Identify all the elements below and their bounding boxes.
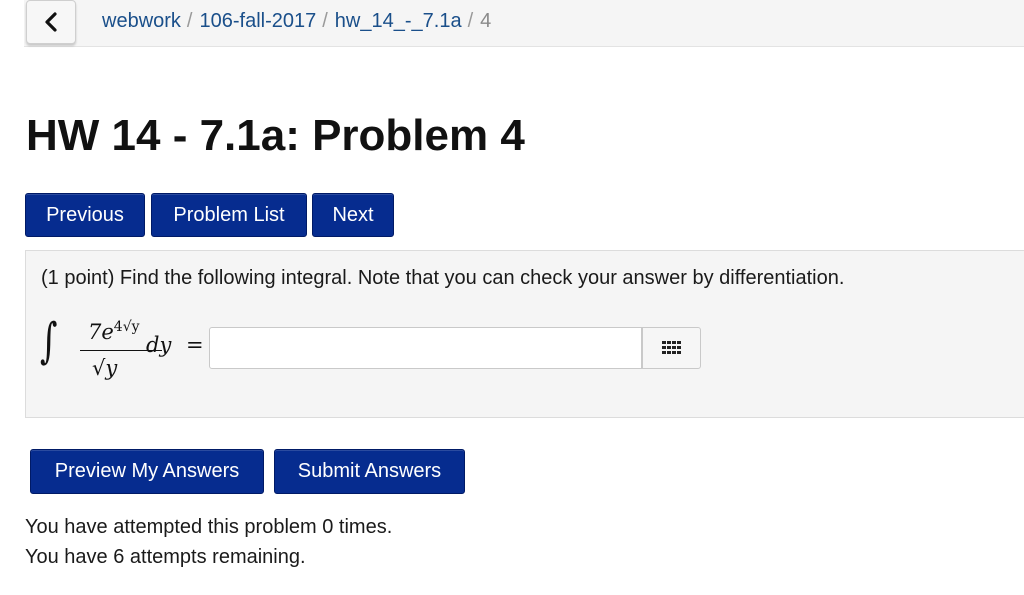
breadcrumb-link-course[interactable]: 106-fall-2017 bbox=[199, 10, 316, 32]
problem-panel: (1 point) Find the following integral. N… bbox=[25, 250, 1024, 418]
breadcrumb-link-set[interactable]: hw_14_-_7.1a bbox=[335, 10, 462, 32]
integrand-denominator: √y bbox=[92, 356, 118, 380]
previous-button[interactable]: Previous bbox=[25, 193, 145, 237]
preview-answers-button[interactable]: Preview My Answers bbox=[30, 449, 264, 494]
page-title: HW 14 - 7.1a: Problem 4 bbox=[26, 111, 525, 160]
numerator-coefficient: 7e bbox=[88, 320, 114, 344]
breadcrumb-separator: / bbox=[322, 10, 328, 32]
numerator-exponent: 4√y bbox=[113, 319, 140, 335]
equation-editor-button[interactable] bbox=[642, 327, 701, 369]
back-button[interactable] bbox=[26, 0, 76, 44]
differential: dy bbox=[146, 333, 172, 357]
chevron-left-icon bbox=[45, 12, 57, 32]
grid-icon bbox=[661, 341, 681, 354]
submit-answers-button[interactable]: Submit Answers bbox=[274, 449, 465, 494]
answer-input[interactable] bbox=[209, 327, 642, 369]
attempts-status: You have attempted this problem 0 times. bbox=[25, 516, 393, 538]
problem-statement: (1 point) Find the following integral. N… bbox=[41, 267, 845, 289]
problem-list-button[interactable]: Problem List bbox=[151, 193, 307, 237]
breadcrumb-current: 4 bbox=[480, 10, 492, 32]
equals-sign: = bbox=[186, 333, 204, 357]
breadcrumb-separator: / bbox=[467, 10, 474, 32]
integral-sign: ∫ bbox=[40, 313, 58, 369]
remaining-status: You have 6 attempts remaining. bbox=[25, 546, 306, 568]
next-button[interactable]: Next bbox=[312, 193, 394, 237]
breadcrumb-link-webwork[interactable]: webwork bbox=[102, 10, 181, 32]
breadcrumb: webwork/106-fall-2017/hw_14_-_7.1a/4 bbox=[102, 8, 491, 34]
integrand-numerator: 7e4√y bbox=[88, 319, 140, 344]
breadcrumb-separator: / bbox=[186, 10, 193, 32]
